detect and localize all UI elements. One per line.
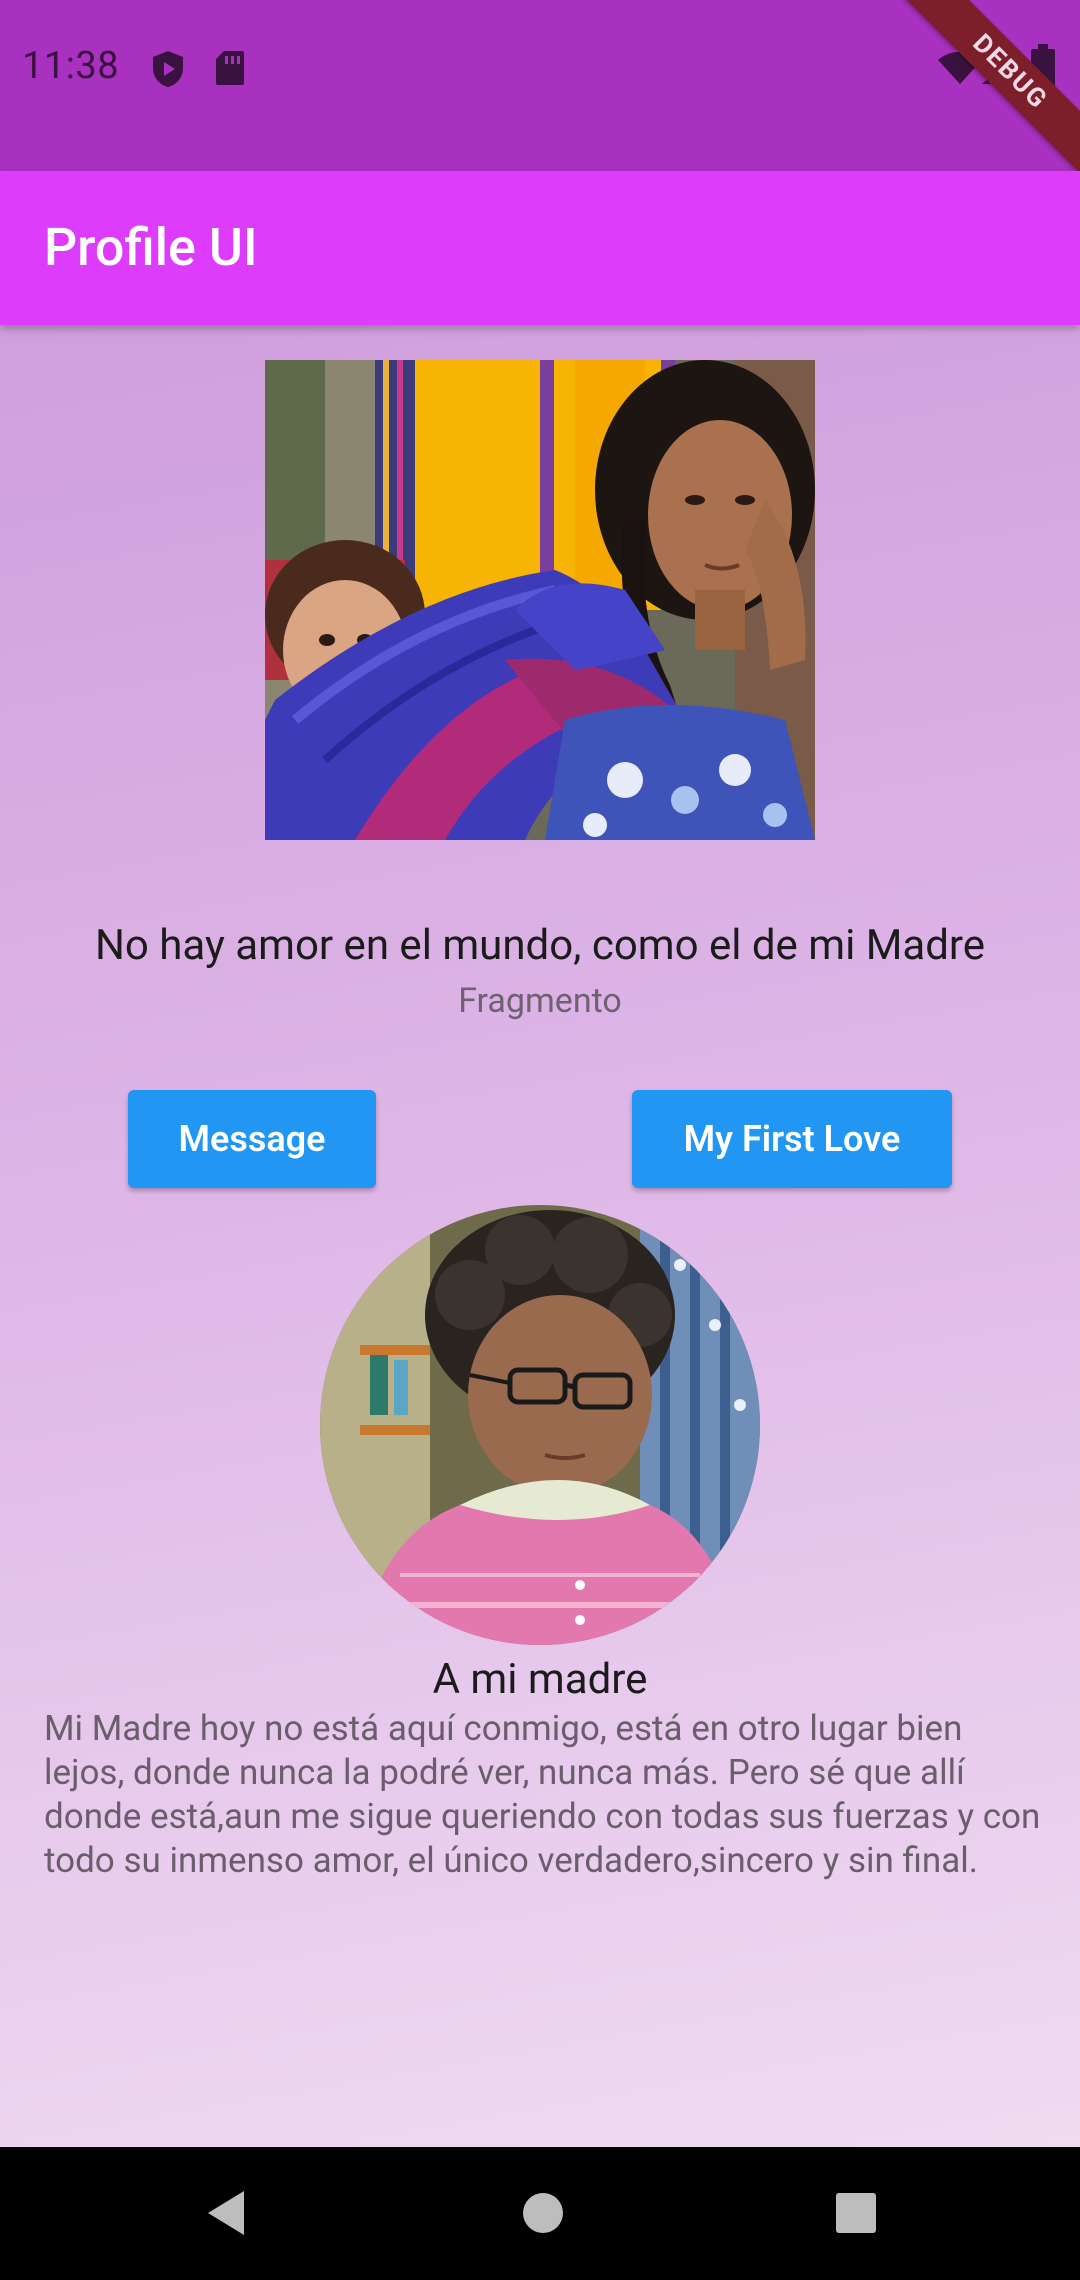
poem-body: Mi Madre hoy no está aquí conmigo, está … xyxy=(44,1708,1041,1881)
recents-icon[interactable] xyxy=(828,2185,884,2241)
hero-photo xyxy=(265,360,815,840)
status-bar: 11:38 xyxy=(0,0,1080,171)
navigation-bar xyxy=(0,2147,1080,2280)
my-first-love-button[interactable]: My First Love xyxy=(632,1090,952,1188)
message-button[interactable]: Message xyxy=(128,1090,376,1188)
app-title: Profile UI xyxy=(44,217,258,278)
home-icon[interactable] xyxy=(515,2185,571,2241)
shield-play-icon xyxy=(153,51,183,87)
avatar xyxy=(320,1205,760,1645)
avatar-illustration xyxy=(320,1205,760,1645)
profile-content: No hay amor en el mundo, como el de mi M… xyxy=(0,325,1080,2147)
sd-card-icon xyxy=(216,51,244,85)
back-icon[interactable] xyxy=(200,2185,256,2241)
hero-photo-illustration xyxy=(265,360,815,840)
status-time: 11:38 xyxy=(22,44,120,88)
screen: 11:38 DEBUG Profile UI No hay amor en el… xyxy=(0,0,1080,2280)
app-bar: Profile UI xyxy=(0,171,1080,325)
headline: No hay amor en el mundo, como el de mi M… xyxy=(94,921,986,970)
poem-title: A mi madre xyxy=(432,1655,648,1704)
subheadline: Fragmento xyxy=(458,981,622,1021)
